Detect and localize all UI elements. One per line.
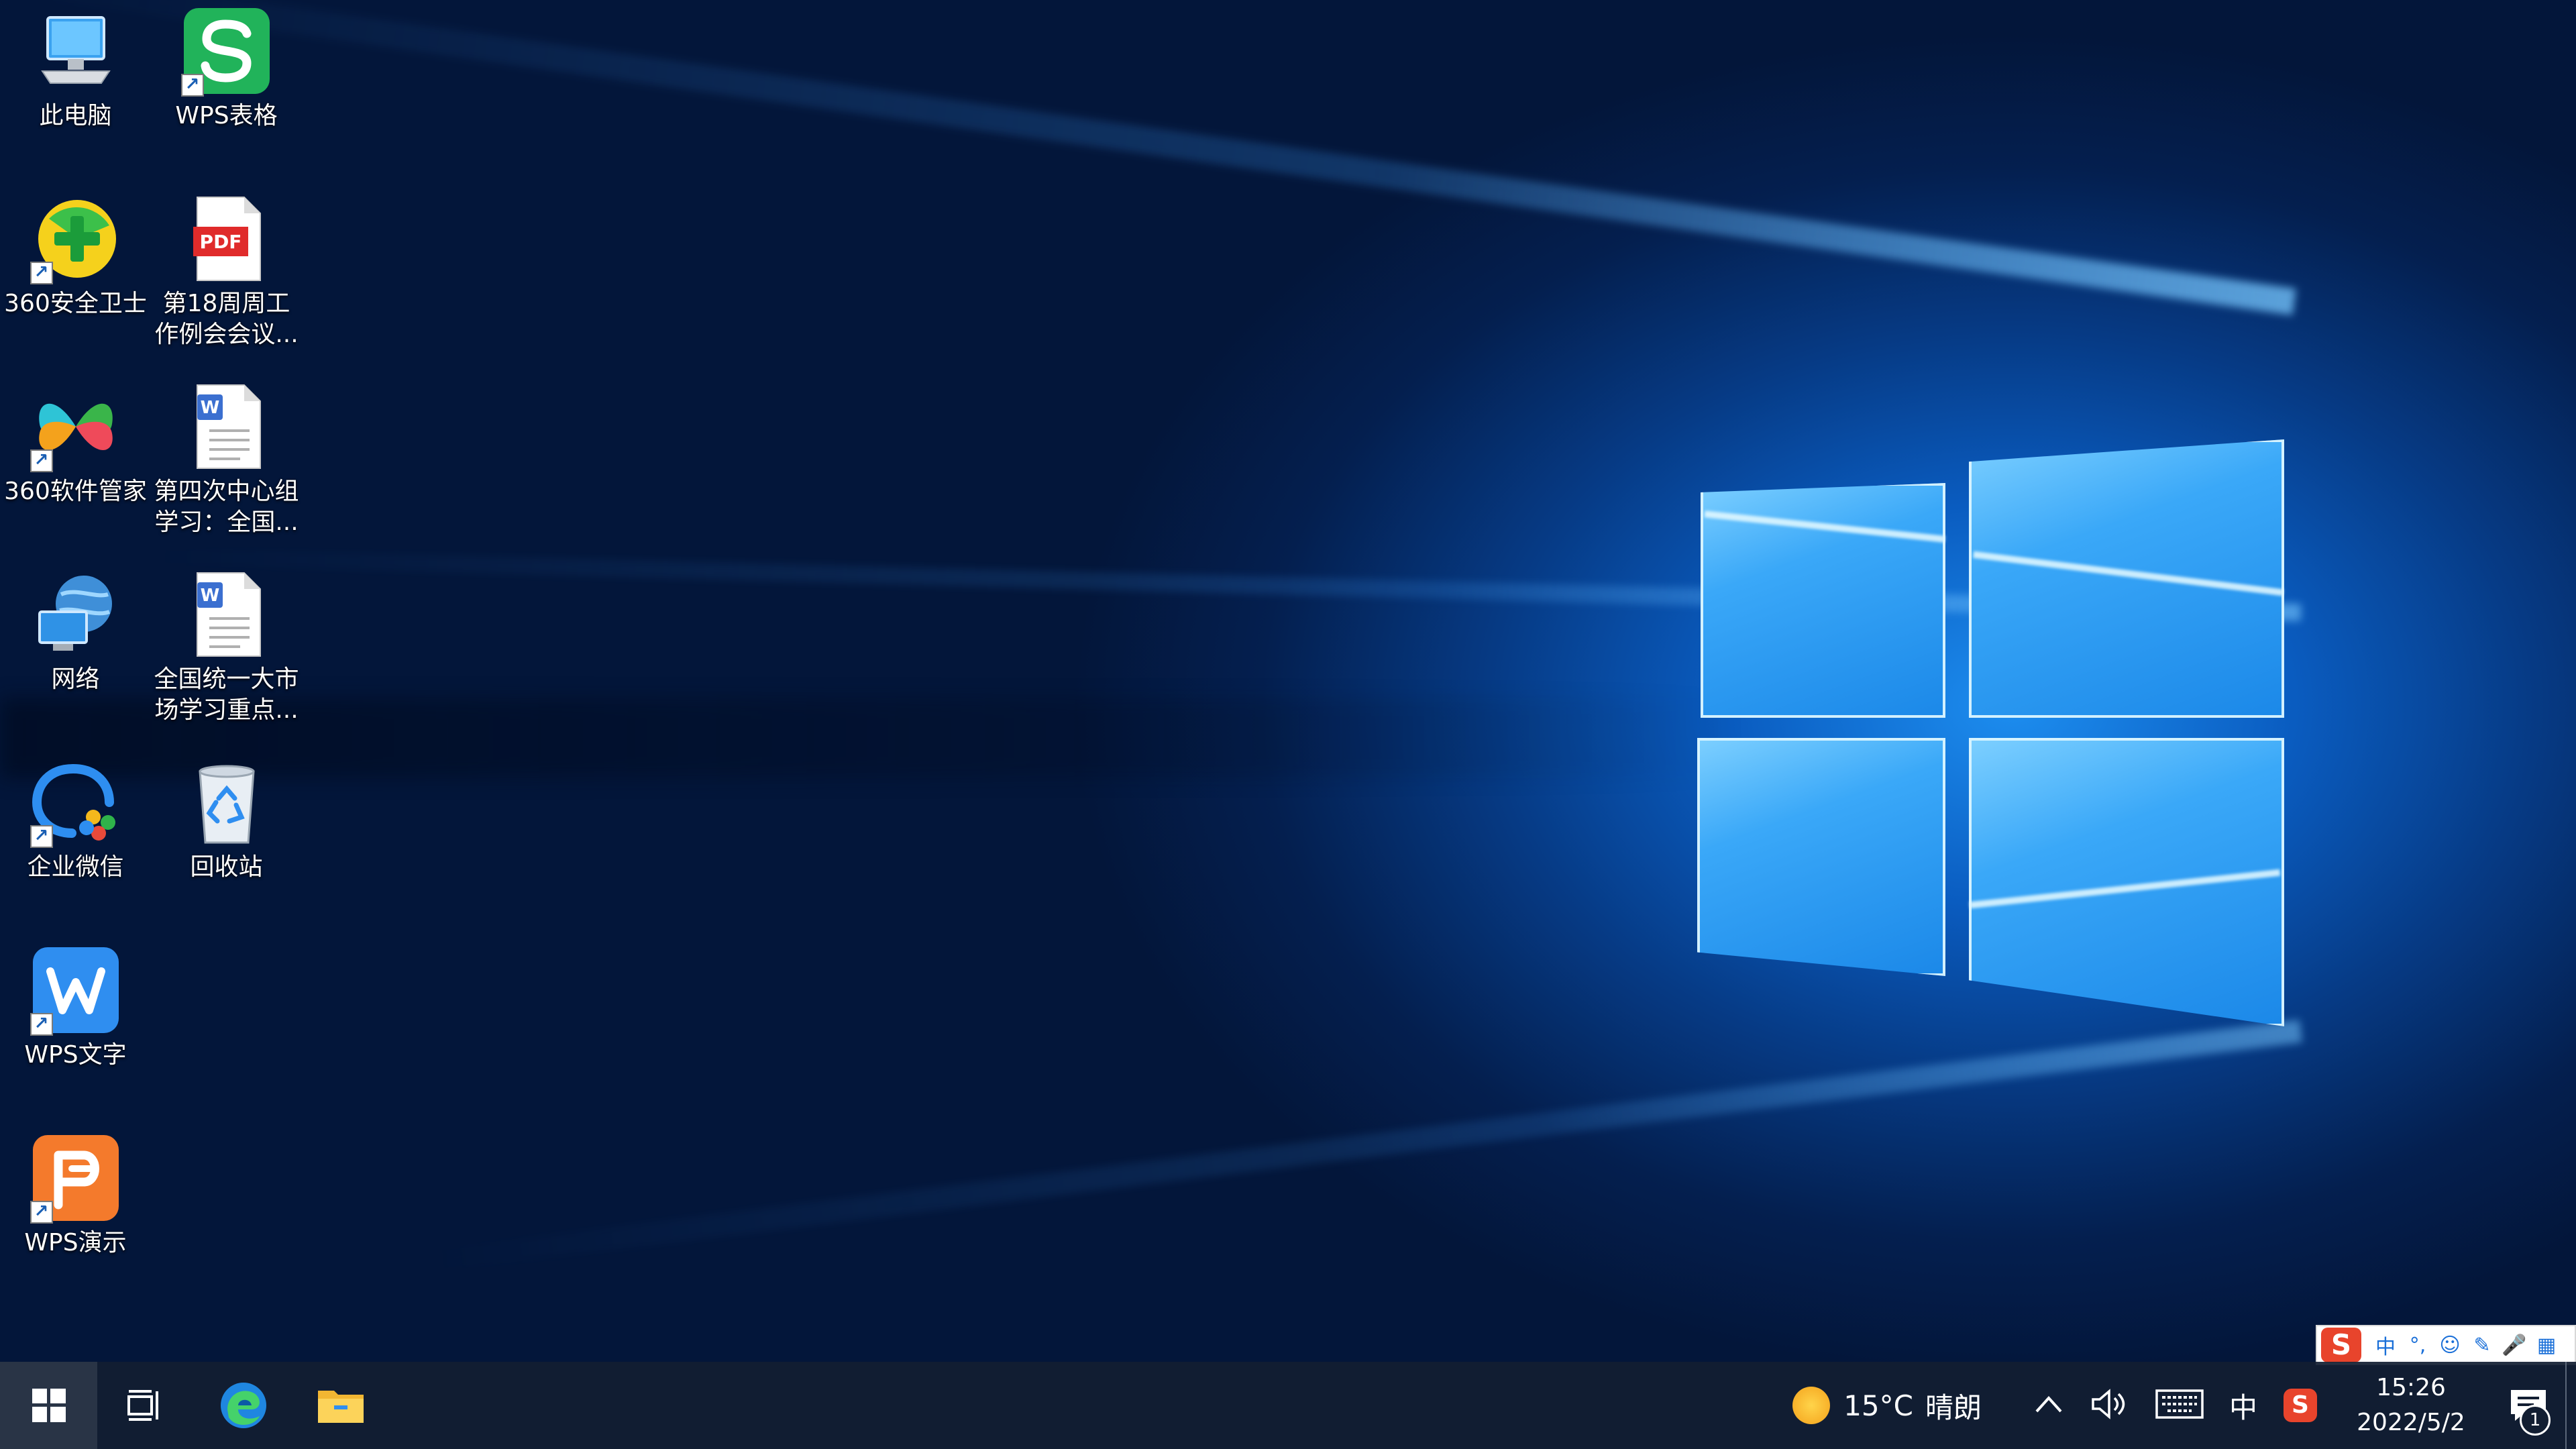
start-button[interactable] (0, 1362, 97, 1449)
edge-browser-icon (220, 1383, 266, 1428)
desktop-icon-network[interactable]: 网络 (0, 564, 151, 745)
ime-handwriting-icon[interactable]: ✎ (2466, 1334, 2498, 1357)
show-hidden-icons-button[interactable] (2022, 1394, 2076, 1417)
wallpaper-beam (415, 1020, 2303, 1274)
doc-badge-text: W (200, 586, 219, 606)
sogou-logo-icon[interactable]: S (2321, 1328, 2361, 1362)
desktop-icon-grid: 此电脑 ↗ 360安全卫士 ↗ 360软件管家 网络 ↗ 企业微信 ↗ WPS文… (0, 0, 309, 1362)
desktop-icon-label: 360安全卫士 (4, 290, 147, 317)
windows-logo-pane (1697, 738, 1945, 976)
clock-date: 2022/5/2 (2357, 1409, 2465, 1436)
desktop-icon-label: WPS表格 (175, 102, 278, 129)
shortcut-arrow-icon: ↗ (30, 1201, 53, 1224)
ime-punctuation-icon[interactable]: °, (2402, 1334, 2434, 1357)
taskbar-edge-button[interactable] (195, 1362, 292, 1449)
desktop-icon-label: WPS文字 (24, 1041, 127, 1069)
word-document-icon: W (180, 380, 274, 474)
clock-time: 15:26 (2376, 1374, 2446, 1401)
taskbar: 15°C 晴朗 中 S 15:26 2022/5/2 1 (0, 1362, 2576, 1449)
desktop-icon-label: 360软件管家 (4, 478, 147, 505)
desktop-icon-label: 第18周周工 作例会会议... (154, 290, 299, 348)
desktop-icon-label: 企业微信 (27, 853, 124, 881)
speaker-icon (2092, 1389, 2125, 1419)
desktop-icon-doc-study2[interactable]: W 全国统一大市 场学习重点... (151, 564, 302, 745)
shortcut-arrow-icon: ↗ (30, 262, 53, 284)
taskbar-file-explorer-button[interactable] (292, 1362, 389, 1449)
ime-mode-chinese[interactable]: 中 (2369, 1330, 2402, 1360)
wps-spreadsheet-icon: ↗ (180, 4, 274, 98)
desktop-icon-doc-study1[interactable]: W 第四次中心组 学习：全国... (151, 376, 302, 557)
desktop-icon-wps-spreadsheet[interactable]: ↗ WPS表格 (151, 0, 302, 181)
shortcut-arrow-icon: ↗ (180, 74, 204, 97)
notification-badge: 1 (2520, 1405, 2551, 1436)
pdf-badge-text: PDF (199, 231, 241, 253)
desktop-icon-wps-writer[interactable]: ↗ WPS文字 (0, 939, 151, 1120)
shortcut-arrow-icon: ↗ (30, 825, 53, 848)
system-tray: 15°C 晴朗 中 S 15:26 2022/5/2 1 (1792, 1362, 2576, 1449)
network-icon (29, 568, 123, 661)
volume-button[interactable] (2076, 1389, 2143, 1422)
desktop-icon-recycle-bin[interactable]: 回收站 (151, 751, 302, 932)
desktop-icon-label: 回收站 (190, 853, 263, 881)
word-document-icon: W (180, 568, 274, 661)
360-soft-manager-icon: ↗ (29, 380, 123, 474)
pdf-file-icon: PDF (180, 192, 274, 286)
wallpaper-beam (20, 0, 2296, 315)
windows-logo-pane (1969, 738, 2284, 1026)
touch-keyboard-button[interactable] (2143, 1389, 2216, 1421)
desktop-icon-wps-presentation[interactable]: ↗ WPS演示 (0, 1127, 151, 1308)
action-center-button[interactable]: 1 (2491, 1362, 2565, 1449)
input-language-indicator[interactable]: 中 (2216, 1385, 2270, 1426)
shortcut-arrow-icon: ↗ (30, 1013, 53, 1036)
weather-temperature: 15°C (1843, 1389, 1913, 1422)
recycle-bin-icon (180, 755, 274, 849)
desktop-icon-label: WPS演示 (24, 1229, 127, 1256)
doc-badge-text: W (200, 398, 219, 418)
computer-icon (29, 4, 123, 98)
desktop-icon-pdf-meeting[interactable]: PDF 第18周周工 作例会会议... (151, 188, 302, 369)
chevron-up-icon (2035, 1396, 2062, 1413)
sogou-tray-button[interactable]: S (2270, 1389, 2330, 1422)
ime-emoji-icon[interactable]: ☺ (2434, 1334, 2466, 1357)
desktop-icon-label: 第四次中心组 学习：全国... (154, 478, 299, 536)
sogou-tray-icon: S (2284, 1389, 2317, 1422)
desktop-icon-360-safe[interactable]: ↗ 360安全卫士 (0, 188, 151, 369)
file-explorer-icon (317, 1391, 364, 1423)
weather-widget[interactable]: 15°C 晴朗 (1792, 1385, 1982, 1426)
taskbar-clock[interactable]: 15:26 2022/5/2 (2344, 1371, 2478, 1440)
desktop-icon-label: 此电脑 (39, 102, 112, 129)
keyboard-icon (2155, 1389, 2204, 1419)
task-view-icon (127, 1390, 158, 1421)
ime-toolbox-icon[interactable]: ▦ (2530, 1334, 2563, 1357)
desktop-icon-360-soft[interactable]: ↗ 360软件管家 (0, 376, 151, 557)
wps-presentation-icon: ↗ (29, 1131, 123, 1225)
shortcut-arrow-icon: ↗ (30, 449, 53, 472)
ime-toolbar[interactable]: S 中 °, ☺ ✎ 🎤 ▦ (2316, 1325, 2576, 1365)
show-desktop-button[interactable] (2565, 1362, 2576, 1449)
wps-writer-icon: ↗ (29, 943, 123, 1037)
desktop[interactable]: 此电脑 ↗ 360安全卫士 ↗ 360软件管家 网络 ↗ 企业微信 ↗ WPS文… (0, 0, 2576, 1449)
desktop-icon-this-pc[interactable]: 此电脑 (0, 0, 151, 181)
sun-icon (1792, 1387, 1831, 1424)
desktop-icon-label: 网络 (51, 665, 100, 693)
windows-start-icon (32, 1389, 66, 1422)
wecom-icon: ↗ (29, 755, 123, 849)
windows-logo-pane (1969, 439, 2284, 718)
360-safe-icon: ↗ (29, 192, 123, 286)
desktop-icon-wecom[interactable]: ↗ 企业微信 (0, 751, 151, 932)
weather-description: 晴朗 (1925, 1391, 1982, 1424)
desktop-icon-label: 全国统一大市 场学习重点... (154, 665, 299, 724)
ime-voice-icon[interactable]: 🎤 (2498, 1334, 2530, 1357)
task-view-button[interactable] (97, 1362, 195, 1449)
